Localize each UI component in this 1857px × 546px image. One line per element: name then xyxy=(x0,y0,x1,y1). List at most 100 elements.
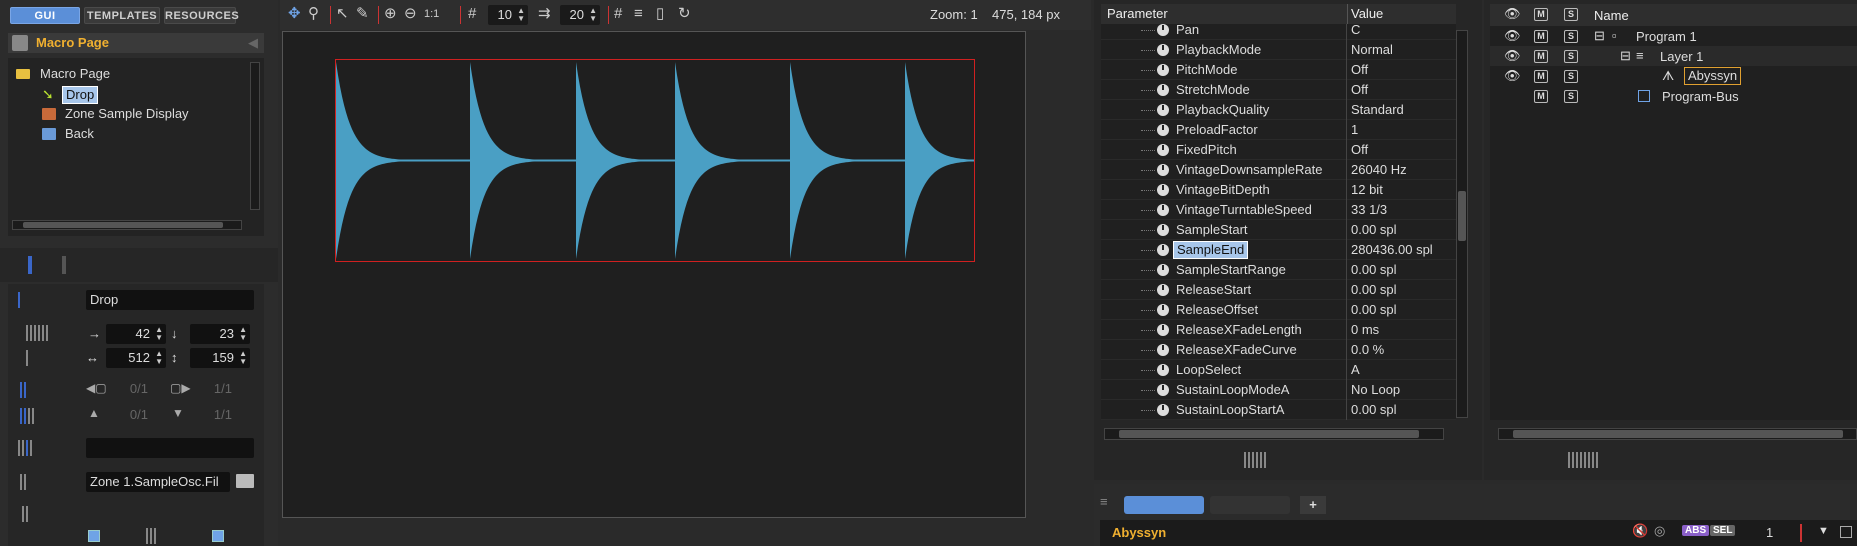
tree-item-back[interactable]: Back xyxy=(10,124,250,144)
knob-icon[interactable] xyxy=(1157,284,1169,296)
param-value[interactable]: 33 1/3 xyxy=(1351,200,1387,220)
sample-field[interactable]: Zone 1.SampleOsc.Fil xyxy=(86,472,230,492)
tab-gui[interactable]: GUI xyxy=(10,7,80,24)
param-value[interactable]: A xyxy=(1351,360,1360,380)
param-row[interactable]: Pan C xyxy=(1101,24,1456,40)
tree-item-drop[interactable]: ➘ Drop xyxy=(10,84,250,104)
zoom-tool-icon[interactable]: ⚲ xyxy=(308,3,319,25)
param-row[interactable]: StretchMode Off xyxy=(1101,80,1456,100)
mute-icon[interactable]: M xyxy=(1534,30,1548,43)
collapse-icon[interactable]: ⊟ xyxy=(1594,28,1605,44)
collapse-icon[interactable]: ⊟ xyxy=(1620,48,1631,64)
zoom-ratio[interactable]: 1:1 xyxy=(424,3,439,25)
param-value[interactable]: C xyxy=(1351,24,1360,40)
param-row[interactable]: VintageTurntableSpeed 33 1/3 xyxy=(1101,200,1456,220)
knob-icon[interactable] xyxy=(1157,184,1169,196)
tab-templates[interactable]: TEMPLATES xyxy=(84,7,160,24)
knob-icon[interactable] xyxy=(1157,164,1169,176)
param-value[interactable]: Off xyxy=(1351,80,1368,100)
param-value[interactable]: Normal xyxy=(1351,40,1393,60)
anchor-right-icon[interactable] xyxy=(212,530,224,542)
tree-row-program-bus[interactable]: M S Program-Bus xyxy=(1490,86,1857,106)
instrument-name[interactable]: Abyssyn xyxy=(1112,525,1166,540)
param-value[interactable]: 26040 Hz xyxy=(1351,160,1407,180)
knob-icon[interactable] xyxy=(1157,384,1169,396)
solo-header-icon[interactable]: S xyxy=(1564,8,1578,21)
snap-icon[interactable]: ⇉ xyxy=(538,3,551,25)
col-value[interactable]: Value xyxy=(1351,6,1383,21)
param-value[interactable]: 0.00 spl xyxy=(1351,400,1397,420)
param-value[interactable]: 0.00 spl xyxy=(1351,280,1397,300)
align-icon[interactable]: ≡ xyxy=(634,3,643,25)
speaker-mute-icon[interactable]: 🔇 xyxy=(1632,523,1648,539)
menu-icon[interactable]: ≡ xyxy=(1100,494,1108,509)
tree-row-program-1[interactable]: 👁 M S ⊟ ▫ Program 1 xyxy=(1490,26,1857,46)
grid-icon[interactable]: # xyxy=(468,3,476,25)
eye-icon[interactable]: 👁 xyxy=(1504,48,1521,64)
param-value[interactable]: Off xyxy=(1351,60,1368,80)
grid-toggle-icon[interactable]: # xyxy=(614,3,622,25)
zoom-out-icon[interactable]: ⊖ xyxy=(404,3,417,25)
param-row[interactable]: ReleaseXFadeCurve 0.0 % xyxy=(1101,340,1456,360)
tab-resources[interactable]: RESOURCES xyxy=(164,7,239,24)
param-row[interactable]: PlaybackQuality Standard xyxy=(1101,100,1456,120)
param-value[interactable]: 1 xyxy=(1351,120,1358,140)
height-field[interactable]: 159 ▲ ▼ xyxy=(190,348,250,368)
grid-y-field[interactable]: 20 ▲ ▼ xyxy=(560,5,600,25)
mute-icon[interactable]: M xyxy=(1534,70,1548,83)
param-row[interactable]: ReleaseOffset 0.00 spl xyxy=(1101,300,1456,320)
param-hscrollbar[interactable] xyxy=(1104,428,1444,440)
param-value[interactable]: No Loop xyxy=(1351,380,1400,400)
param-row[interactable]: ReleaseXFadeLength 0 ms xyxy=(1101,320,1456,340)
slot-tab-2[interactable] xyxy=(1210,496,1290,514)
bounds-icon[interactable]: ▯ xyxy=(656,3,664,25)
param-vscrollbar[interactable] xyxy=(1456,30,1468,418)
refresh-icon[interactable]: ↻ xyxy=(678,3,691,25)
channel-count[interactable]: 1 xyxy=(1766,525,1773,540)
param-value[interactable]: 280436.00 spl xyxy=(1351,240,1433,260)
mute-icon[interactable]: M xyxy=(1534,90,1548,103)
param-row[interactable]: SampleStart 0.00 spl xyxy=(1101,220,1456,240)
knob-icon[interactable] xyxy=(1157,264,1169,276)
add-slot-button[interactable]: + xyxy=(1300,496,1326,514)
move-icon[interactable]: ✥ xyxy=(288,3,301,25)
knob-icon[interactable] xyxy=(1157,104,1169,116)
param-row[interactable]: SustainLoopModeA No Loop xyxy=(1101,380,1456,400)
solo-icon[interactable]: S xyxy=(1564,70,1578,83)
zoom-in-icon[interactable]: ⊕ xyxy=(384,3,397,25)
param-row[interactable]: PitchMode Off xyxy=(1101,60,1456,80)
param-value[interactable]: 0.00 spl xyxy=(1351,260,1397,280)
param-row[interactable]: ReleaseStart 0.00 spl xyxy=(1101,280,1456,300)
solo-icon[interactable]: S xyxy=(1564,90,1578,103)
knob-icon[interactable] xyxy=(1157,64,1169,76)
knob-icon[interactable] xyxy=(1157,144,1169,156)
solo-icon[interactable]: S xyxy=(1564,50,1578,63)
anchor-left-icon[interactable] xyxy=(88,530,100,542)
sel-badge[interactable]: SEL xyxy=(1710,525,1736,536)
knob-icon[interactable] xyxy=(1157,324,1169,336)
tree-item-zone-sample-display[interactable]: Zone Sample Display xyxy=(10,104,250,124)
param-row[interactable]: PlaybackMode Normal xyxy=(1101,40,1456,60)
tree-vscrollbar[interactable] xyxy=(250,62,260,210)
back-arrow-icon[interactable]: ◀ xyxy=(248,33,258,53)
value-field[interactable] xyxy=(86,438,254,458)
tree-row-layer-1[interactable]: 👁 M S ⊟ ≡ Layer 1 xyxy=(1490,46,1857,66)
abs-badge[interactable]: ABS xyxy=(1682,525,1710,536)
param-row[interactable]: SampleStartRange 0.00 spl xyxy=(1101,260,1456,280)
param-value[interactable]: Off xyxy=(1351,140,1368,160)
x-field[interactable]: 42 ▲ ▼ xyxy=(106,324,166,344)
mute-header-icon[interactable]: M xyxy=(1534,8,1548,21)
param-row[interactable]: FixedPitch Off xyxy=(1101,140,1456,160)
param-value[interactable]: 0 ms xyxy=(1351,320,1379,340)
target-icon[interactable]: ◎ xyxy=(1654,523,1665,539)
knob-icon[interactable] xyxy=(1157,404,1169,416)
knob-icon[interactable] xyxy=(1157,244,1169,256)
solo-icon[interactable]: S xyxy=(1564,30,1578,43)
param-value[interactable]: 12 bit xyxy=(1351,180,1383,200)
editor-canvas[interactable] xyxy=(282,31,1026,518)
knob-icon[interactable] xyxy=(1157,364,1169,376)
col-name[interactable]: Name xyxy=(1594,8,1629,23)
edit-icon[interactable]: ✎ xyxy=(356,3,369,25)
knob-icon[interactable] xyxy=(1157,224,1169,236)
grid-x-field[interactable]: 10 ▲ ▼ xyxy=(488,5,528,25)
